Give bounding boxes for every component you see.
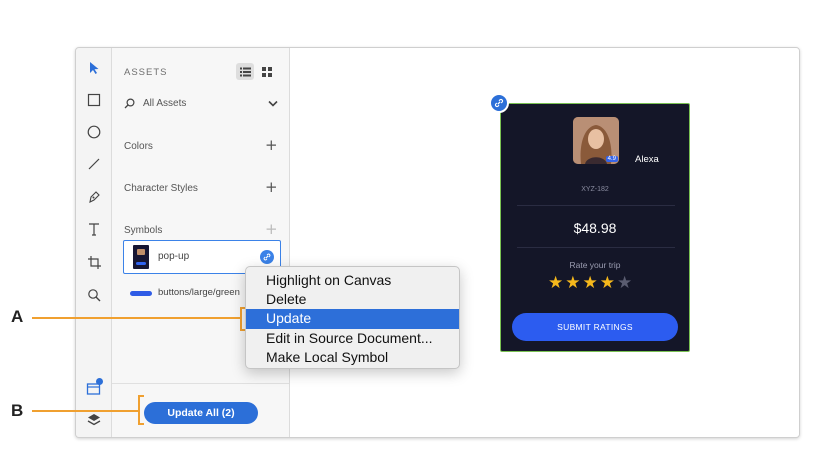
assets-filter-label: All Assets: [143, 98, 187, 109]
update-notification-dot: [96, 378, 103, 385]
menu-item-delete[interactable]: Delete: [246, 290, 459, 309]
rate-prompt: Rate your trip: [569, 260, 621, 270]
add-character-style-icon[interactable]: +: [265, 180, 278, 195]
add-color-icon[interactable]: +: [265, 138, 278, 153]
grid-view-icon[interactable]: [258, 63, 276, 80]
add-symbol-icon: +: [265, 220, 278, 238]
pen-tool-icon[interactable]: [81, 184, 107, 210]
linked-artboard-icon: [489, 93, 509, 113]
colors-section-label: Colors: [124, 141, 153, 152]
menu-item-make-local-symbol[interactable]: Make Local Symbol: [246, 348, 459, 367]
symbol-name: buttons/large/green: [158, 287, 240, 298]
callout-a-label: A: [11, 307, 24, 326]
assets-filter-dropdown[interactable]: All Assets: [124, 96, 280, 114]
select-tool-icon[interactable]: [81, 55, 107, 81]
menu-item-update[interactable]: Update: [246, 309, 459, 329]
xd-window: ASSETS All Assets Colors + Character Sty…: [75, 47, 800, 438]
callout-b-bracket: [138, 395, 144, 425]
panel-divider: [112, 383, 289, 384]
rating-badge: 4.9: [605, 156, 618, 162]
search-icon: [124, 98, 135, 109]
submit-ratings-button[interactable]: SUBMIT RATINGS: [512, 313, 678, 341]
tool-bar: [76, 48, 112, 437]
divider: [517, 205, 675, 206]
character-styles-section-label: Character Styles: [124, 183, 198, 194]
zoom-tool-icon[interactable]: [81, 282, 107, 308]
divider: [517, 247, 675, 248]
symbol-thumbnail: [130, 291, 152, 296]
symbol-name: pop-up: [158, 251, 190, 262]
ellipse-tool-icon[interactable]: [81, 119, 107, 145]
star-icon[interactable]: ★: [600, 274, 615, 292]
assets-panel-icon[interactable]: [81, 375, 107, 401]
symbol-thumbnail: [133, 245, 149, 269]
callout-a-line: [32, 317, 240, 319]
menu-item-edit-in-source-document[interactable]: Edit in Source Document...: [246, 329, 459, 348]
star-icon[interactable]: ★: [617, 274, 632, 292]
assets-panel-title: ASSETS: [124, 67, 168, 78]
popup-artboard[interactable]: 4.9 Alexa XYZ-182 $48.98 Rate your trip …: [500, 103, 690, 352]
trip-code: XYZ-182: [581, 186, 609, 193]
linked-symbol-icon: [260, 250, 274, 264]
callout-b-line: [32, 410, 138, 412]
list-view-icon[interactable]: [236, 63, 254, 80]
avatar: 4.9: [573, 117, 619, 164]
trip-price: $48.98: [573, 220, 617, 236]
star-icon[interactable]: ★: [565, 274, 580, 292]
artboard-tool-icon[interactable]: [81, 249, 107, 275]
menu-item-highlight-on-canvas[interactable]: Highlight on Canvas: [246, 271, 459, 290]
user-name: Alexa: [635, 154, 659, 165]
assets-panel: ASSETS All Assets Colors + Character Sty…: [112, 48, 290, 437]
chevron-down-icon: [268, 100, 278, 107]
line-tool-icon[interactable]: [81, 151, 107, 177]
update-all-button[interactable]: Update All (2): [144, 402, 258, 424]
star-icon[interactable]: ★: [583, 274, 598, 292]
rectangle-tool-icon[interactable]: [81, 87, 107, 113]
star-icon[interactable]: ★: [548, 274, 563, 292]
star-rating[interactable]: ★ ★ ★ ★ ★: [548, 274, 632, 292]
callout-b-label: B: [11, 401, 24, 420]
symbol-context-menu: Highlight on Canvas Delete Update Edit in S…: [245, 266, 460, 369]
text-tool-icon[interactable]: [81, 216, 107, 242]
symbols-section-label: Symbols: [124, 225, 163, 236]
